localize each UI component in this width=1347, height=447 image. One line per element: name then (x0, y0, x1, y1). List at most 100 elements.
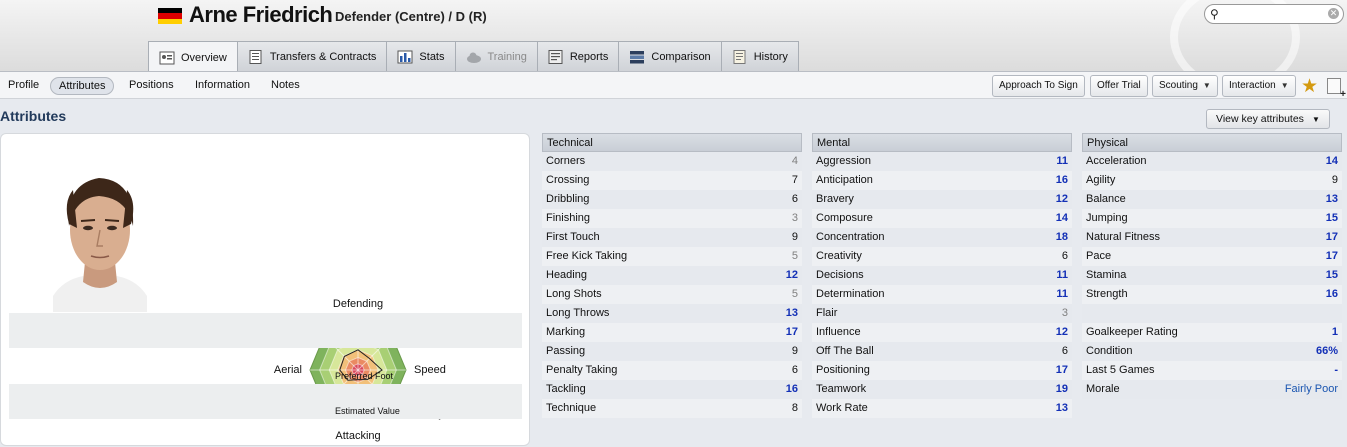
interaction-dropdown[interactable]: Interaction ▼ (1222, 75, 1296, 97)
attribute-row[interactable]: Crossing 7 (542, 171, 802, 190)
tab-training[interactable]: Training (454, 41, 538, 71)
attribute-row[interactable]: Marking 17 (542, 323, 802, 342)
search-input[interactable]: ⚲ ✕ (1204, 4, 1344, 24)
attribute-row[interactable]: Condition 66% (1082, 342, 1342, 361)
attribute-label: Decisions (816, 269, 864, 281)
player-profile-panel: DefendingPhysicalSpeedCreativityAttackin… (0, 133, 530, 446)
mental-attributes-table: Mental Aggression 11 Anticipation 16 Bravery… (812, 133, 1072, 418)
attribute-row[interactable]: Pace 17 (1082, 247, 1342, 266)
attribute-row[interactable]: Heading 12 (542, 266, 802, 285)
preferred-foot-label: Preferred Foot (335, 371, 394, 381)
clear-search-icon[interactable]: ✕ (1328, 8, 1339, 19)
subnav-positions[interactable]: Positions (121, 77, 182, 95)
tab-label: Transfers & Contracts (269, 51, 377, 63)
attribute-row[interactable]: Long Throws 13 (542, 304, 802, 323)
attribute-row[interactable]: Last 5 Games - (1082, 361, 1342, 380)
attribute-row[interactable]: Strength 16 (1082, 285, 1342, 304)
tab-reports[interactable]: Reports (536, 41, 620, 71)
chevron-down-icon: ▼ (1202, 81, 1211, 90)
attribute-row[interactable]: Balance 13 (1082, 190, 1342, 209)
tab-history[interactable]: History (720, 41, 799, 71)
technical-header: Technical (542, 133, 802, 152)
attribute-value: 6 (1061, 250, 1068, 262)
attribute-row[interactable]: Stamina 15 (1082, 266, 1342, 285)
attribute-value: 5 (791, 250, 798, 262)
add-to-list-icon[interactable] (1327, 78, 1346, 100)
chevron-down-icon: ▼ (1311, 115, 1320, 124)
attribute-label: Composure (816, 212, 873, 224)
tab-overview[interactable]: Overview (148, 41, 238, 71)
attribute-label: Crossing (546, 174, 590, 186)
subnav-notes[interactable]: Notes (263, 77, 308, 95)
attribute-row[interactable]: Technique 8 (542, 399, 802, 418)
tab-transfers-contracts[interactable]: Transfers & Contracts (236, 41, 388, 71)
attribute-row[interactable]: Corners 4 (542, 152, 802, 171)
attribute-row[interactable]: Acceleration 14 (1082, 152, 1342, 171)
attribute-row[interactable]: Goalkeeper Rating 1 (1082, 323, 1342, 342)
subnav-attributes[interactable]: Attributes (50, 77, 115, 95)
tab-label: Training (487, 51, 527, 63)
attribute-row[interactable]: Teamwork 19 (812, 380, 1072, 399)
view-key-attributes-label: View key attributes (1216, 113, 1304, 125)
sub-navigation: Profile Attributes Positions Information… (0, 72, 1347, 99)
attribute-value: 15 (1325, 212, 1338, 224)
attribute-label: Determination (816, 288, 885, 300)
attribute-label: Aggression (816, 155, 872, 167)
attribute-row[interactable]: First Touch 9 (542, 228, 802, 247)
attribute-row[interactable]: Influence 12 (812, 323, 1072, 342)
attribute-row[interactable]: Penalty Taking 6 (542, 361, 802, 380)
attribute-row[interactable]: Anticipation 16 (812, 171, 1072, 190)
attribute-row[interactable]: Composure 14 (812, 209, 1072, 228)
document-icon (248, 50, 264, 64)
offer-trial-button[interactable]: Offer Trial (1090, 75, 1148, 97)
attribute-row[interactable]: Passing 9 (542, 342, 802, 361)
attribute-row[interactable]: Aggression 11 (812, 152, 1072, 171)
approach-to-sign-button[interactable]: Approach To Sign (992, 75, 1085, 97)
attribute-row[interactable]: Positioning 17 (812, 361, 1072, 380)
attribute-label: Condition (1086, 345, 1133, 357)
attribute-row[interactable]: Concentration 18 (812, 228, 1072, 247)
attribute-row[interactable]: Work Rate 13 (812, 399, 1072, 418)
attribute-value: 1 (1331, 326, 1338, 338)
attribute-row[interactable]: Decisions 11 (812, 266, 1072, 285)
attribute-row[interactable]: Agility 9 (1082, 171, 1342, 190)
attribute-label: First Touch (546, 231, 600, 243)
attribute-value: 17 (785, 326, 798, 338)
technical-attributes-table: Technical Corners 4 Crossing 7 Dribbling 6 Fin… (542, 133, 802, 418)
attribute-row[interactable]: Natural Fitness 17 (1082, 228, 1342, 247)
subnav-profile[interactable]: Profile (0, 77, 47, 95)
attribute-label: Teamwork (816, 383, 867, 395)
subnav-information[interactable]: Information (187, 77, 258, 95)
attribute-label: Goalkeeper Rating (1086, 326, 1178, 338)
attribute-label: Balance (1086, 193, 1126, 205)
star-icon[interactable]: ★ (1301, 75, 1318, 98)
attribute-row[interactable]: Morale Fairly Poor (1082, 380, 1342, 399)
attribute-row[interactable]: Bravery 12 (812, 190, 1072, 209)
attribute-label: Marking (546, 326, 586, 338)
attribute-value: 15 (1325, 269, 1338, 281)
tab-label: Stats (419, 51, 445, 63)
tab-comparison[interactable]: Comparison (618, 41, 722, 71)
attribute-label: Free Kick Taking (546, 250, 628, 262)
attribute-value: 7 (791, 174, 798, 186)
attribute-label: Anticipation (816, 174, 873, 186)
attribute-row[interactable]: Dribbling 6 (542, 190, 802, 209)
attribute-row[interactable]: Creativity 6 (812, 247, 1072, 266)
attribute-row[interactable]: Long Shots 5 (542, 285, 802, 304)
attribute-row[interactable]: Finishing 3 (542, 209, 802, 228)
attribute-value: 12 (1055, 193, 1068, 205)
tab-stats[interactable]: Stats (386, 41, 456, 71)
radar-label: Attacking (335, 430, 380, 442)
attribute-row[interactable]: Tackling 16 (542, 380, 802, 399)
attribute-row[interactable]: Flair 3 (812, 304, 1072, 323)
view-key-attributes-dropdown[interactable]: View key attributes ▼ (1206, 109, 1330, 129)
attribute-value: 18 (1055, 231, 1068, 243)
attribute-label: Flair (816, 307, 838, 319)
attribute-row[interactable]: Off The Ball 6 (812, 342, 1072, 361)
attribute-row[interactable]: Jumping 15 (1082, 209, 1342, 228)
attribute-row[interactable]: Determination 11 (812, 285, 1072, 304)
tab-label: Comparison (651, 51, 711, 63)
attribute-label: Concentration (816, 231, 885, 243)
attribute-row[interactable]: Free Kick Taking 5 (542, 247, 802, 266)
scouting-dropdown[interactable]: Scouting ▼ (1152, 75, 1218, 97)
